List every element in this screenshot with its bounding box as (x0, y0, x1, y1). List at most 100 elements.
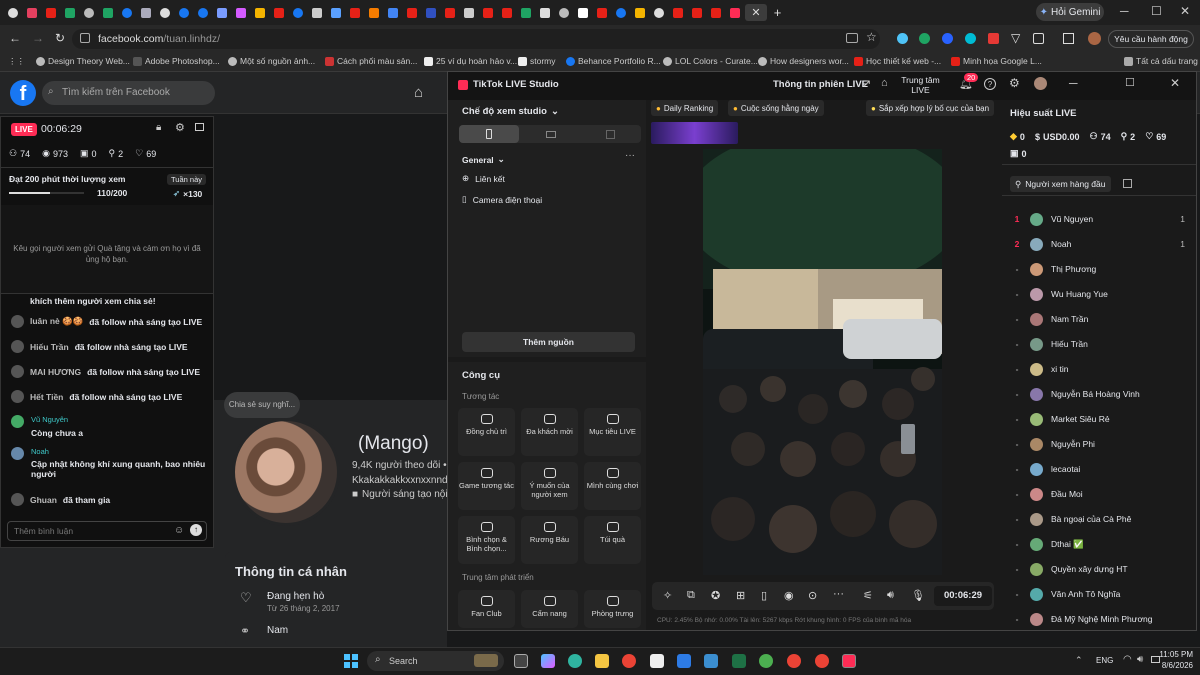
chat-name[interactable]: Vũ Nguyên (31, 415, 68, 424)
clock-date[interactable]: 8/6/2026 (1158, 661, 1193, 670)
bookmark[interactable]: stormy (518, 56, 556, 66)
tab[interactable] (99, 4, 116, 21)
viewer-row[interactable]: - Quyền xây dựng HT (1010, 559, 1185, 579)
language-indicator[interactable]: ENG (1096, 656, 1113, 665)
source-item[interactable]: ▯ Camera điện thoại (462, 194, 542, 205)
fan-club-tool[interactable]: Fan Club (458, 590, 515, 628)
extension-icon[interactable] (942, 33, 953, 44)
minimize-icon[interactable]: ─ (1120, 4, 1129, 18)
tab[interactable] (707, 4, 724, 21)
top-viewers-tab[interactable]: ⚲ Người xem hàng đầu (1010, 176, 1111, 192)
tab[interactable] (441, 4, 458, 21)
viewer-row[interactable]: - Wu Huang Yue (1010, 284, 1185, 304)
general-group[interactable]: General ⌄ (462, 154, 505, 165)
tab[interactable] (251, 4, 268, 21)
viewer-row[interactable]: - Đầu Moi (1010, 484, 1185, 504)
add-effect-icon[interactable]: ⊞ (736, 589, 745, 602)
extension-icon[interactable] (897, 33, 908, 44)
tab[interactable] (270, 4, 287, 21)
close-window-icon[interactable]: ✕ (1180, 4, 1190, 18)
microphone-icon[interactable]: 🎙︎ (911, 589, 925, 602)
reload-icon[interactable]: ↻ (55, 31, 65, 45)
session-info-button[interactable]: Thông tin phiên LIVE (773, 79, 868, 90)
bookmark[interactable]: 25 ví dụ hoàn hảo v... (424, 56, 517, 66)
app-icon[interactable] (704, 654, 718, 668)
user-avatar[interactable] (1034, 77, 1047, 90)
record-icon[interactable]: ◉ (784, 589, 794, 602)
help-icon[interactable]: ? (984, 78, 996, 90)
app-icon[interactable] (650, 654, 664, 668)
tab[interactable] (118, 4, 135, 21)
more-icon[interactable]: ··· (833, 588, 844, 600)
stream-preview[interactable] (703, 149, 942, 575)
viewer-row[interactable]: - Market Siêu Rẻ (1010, 409, 1185, 429)
viewer-row[interactable]: 1 Vũ Nguyen 1 (1010, 209, 1185, 229)
bookmark[interactable]: Minh họa Google L... (951, 56, 1042, 66)
viewer-row[interactable]: - Thị Phương (1010, 259, 1185, 279)
chrome-icon[interactable] (815, 654, 829, 668)
home-icon[interactable]: ⌂ (881, 77, 888, 89)
promo-banner[interactable] (651, 122, 738, 144)
gemini-button[interactable]: ✦ Hỏi Gemini (1036, 3, 1104, 21)
tiktok-live-studio-icon[interactable] (842, 654, 856, 668)
file-explorer-icon[interactable] (595, 654, 609, 668)
all-bookmarks[interactable]: Tất cả dấu trang (1124, 56, 1198, 66)
close-icon[interactable]: ✕ (751, 6, 760, 19)
viewer-row[interactable]: - Nam Trần (1010, 309, 1185, 329)
excel-icon[interactable] (732, 654, 746, 668)
bookmark[interactable]: Design Theory Web... (36, 56, 130, 66)
tab[interactable] (498, 4, 515, 21)
bookmark[interactable]: How designers wor... (758, 56, 849, 66)
landscape-icon[interactable] (546, 131, 556, 138)
clock-time[interactable]: 11:05 PM (1158, 650, 1193, 659)
popout-icon[interactable] (195, 123, 204, 131)
tab[interactable] (80, 4, 97, 21)
followers-count[interactable]: 9,4K người theo dõi • (352, 460, 447, 471)
tab[interactable] (422, 4, 439, 21)
tab[interactable] (403, 4, 420, 21)
tab[interactable] (346, 4, 363, 21)
maximize-icon[interactable]: ☐ (1151, 4, 1162, 18)
portrait-option[interactable] (459, 125, 519, 143)
viewer-row[interactable]: - Đá Mỹ Nghệ Minh Phương (1010, 609, 1185, 629)
edge-icon[interactable] (568, 654, 582, 668)
tab[interactable] (4, 4, 21, 21)
gift-bag-tool[interactable]: Túi quà (584, 516, 641, 564)
chip-layout-tip[interactable]: ● Sắp xếp hợp lý bố cục của bạn (866, 100, 995, 116)
bookmark[interactable]: Một số nguồn ảnh... (228, 56, 315, 66)
extensions-puzzle-icon[interactable] (1033, 33, 1044, 44)
tab[interactable] (327, 4, 344, 21)
tab[interactable] (555, 4, 572, 21)
bookmark[interactable]: Behance Portfolio R... (566, 56, 661, 66)
tab[interactable] (213, 4, 230, 21)
dual-icon[interactable] (606, 130, 615, 139)
tab[interactable] (232, 4, 249, 21)
tab[interactable] (23, 4, 40, 21)
volume-icon[interactable]: 🔊︎ (1137, 654, 1143, 665)
poll-tool[interactable]: Bình chọn & Bình chọn... (458, 516, 515, 564)
tab[interactable] (593, 4, 610, 21)
viewer-row[interactable]: - xi tin (1010, 359, 1185, 379)
action-required-button[interactable]: Yêu cầu hành động (1108, 30, 1194, 48)
tab[interactable] (194, 4, 211, 21)
cohost-tool[interactable]: Đồng chủ trì (458, 408, 515, 456)
magic-icon[interactable]: ✧ (663, 589, 672, 602)
gear-icon[interactable]: ⚙ (175, 121, 185, 134)
camera-switch-icon[interactable]: ⊙ (808, 589, 817, 602)
tab[interactable] (175, 4, 192, 21)
star-icon[interactable]: ☆ (866, 30, 877, 44)
viewer-row[interactable]: - Dthai ✅ (1010, 534, 1185, 554)
tab[interactable] (726, 4, 743, 21)
bookmark[interactable]: Cách phối màu sản... (325, 56, 417, 66)
vpn-icon[interactable]: ▽ (1011, 31, 1020, 45)
bookmark[interactable]: LOL Colors - Curate... (663, 56, 758, 66)
tab-active[interactable]: ✕ (745, 4, 767, 21)
task-view-icon[interactable] (514, 654, 528, 668)
tab[interactable] (384, 4, 401, 21)
chrome-profile-icon[interactable] (759, 654, 773, 668)
tab[interactable] (650, 4, 667, 21)
tab[interactable] (365, 4, 382, 21)
facebook-search-input[interactable]: Tìm kiếm trên Facebook (42, 81, 215, 105)
zalo-icon[interactable] (677, 654, 691, 668)
chip-daily-ranking[interactable]: ● Daily Ranking (651, 100, 719, 116)
